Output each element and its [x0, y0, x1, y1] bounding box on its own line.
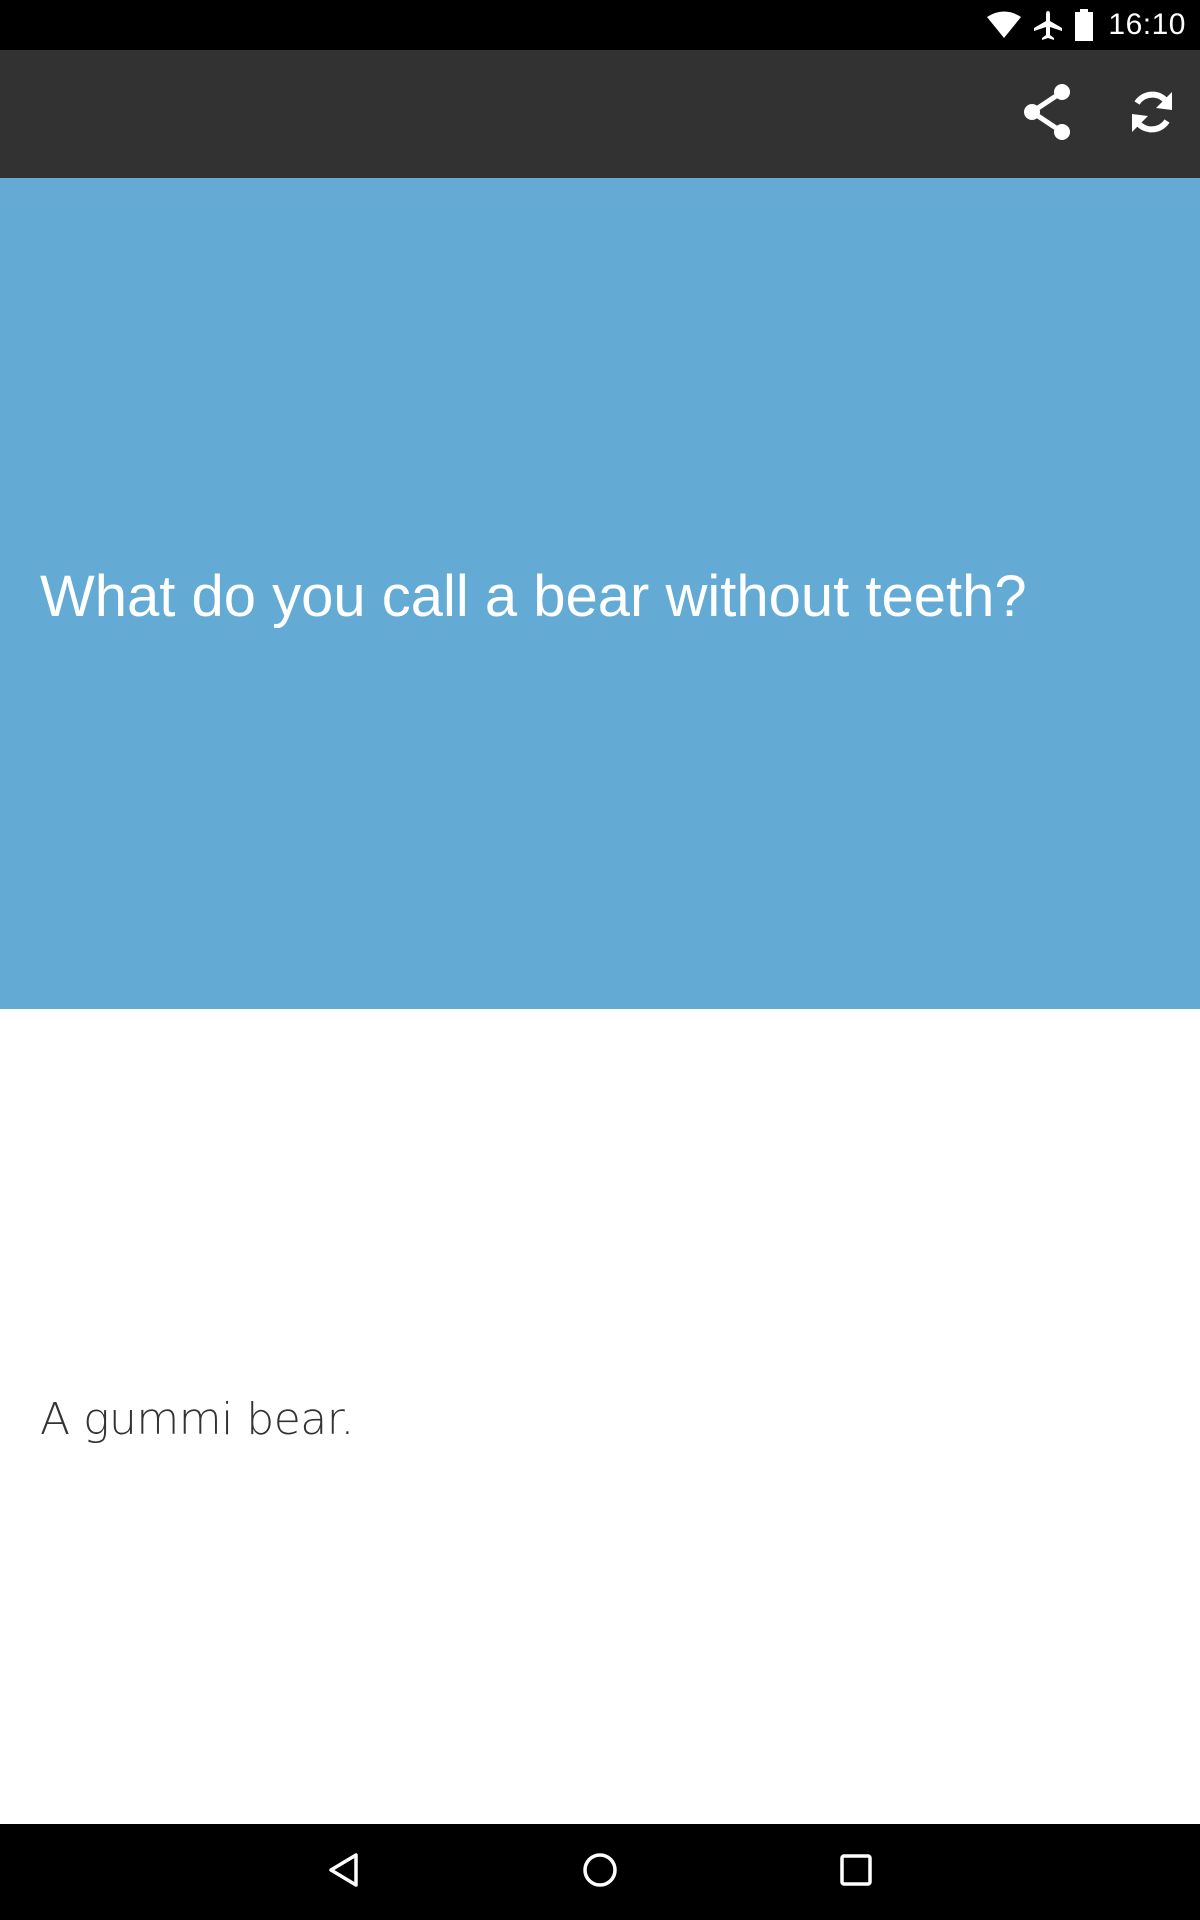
refresh-icon — [1126, 86, 1178, 143]
joke-answer: A gummi bear. — [40, 1394, 354, 1445]
recents-icon — [836, 1850, 876, 1895]
status-time: 16:10 — [1108, 8, 1186, 41]
joke-question: What do you call a bear without teeth? — [40, 564, 1027, 629]
wifi-icon — [986, 11, 1022, 39]
back-button[interactable] — [312, 1840, 376, 1904]
airplane-mode-icon — [1032, 9, 1064, 41]
app-screen: 16:10 What do you call a bear without te… — [0, 0, 1200, 1920]
status-icons: 16:10 — [986, 0, 1186, 50]
navigation-bar — [0, 1824, 1200, 1920]
share-icon — [1020, 82, 1076, 147]
home-icon — [580, 1850, 620, 1895]
status-bar: 16:10 — [0, 0, 1200, 50]
recents-button[interactable] — [824, 1840, 888, 1904]
home-button[interactable] — [568, 1840, 632, 1904]
refresh-button[interactable] — [1112, 74, 1192, 154]
app-toolbar — [0, 50, 1200, 178]
back-icon — [324, 1850, 364, 1895]
share-button[interactable] — [1008, 74, 1088, 154]
battery-icon — [1074, 9, 1094, 41]
